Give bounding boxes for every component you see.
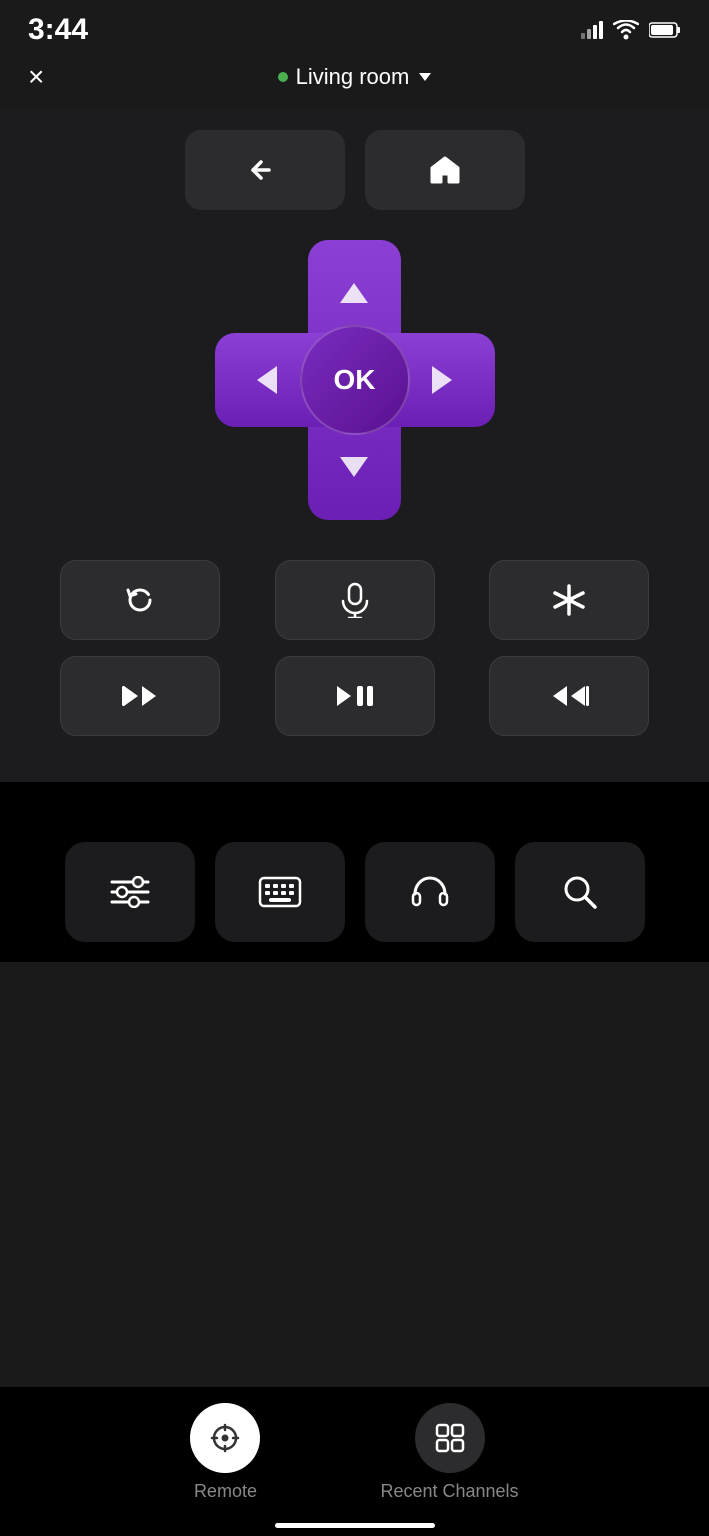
home-indicator	[275, 1523, 435, 1528]
status-bar: 3:44	[0, 0, 709, 54]
wifi-icon	[613, 20, 639, 40]
signal-icon	[581, 21, 603, 39]
recent-channels-tab-icon-bg	[415, 1403, 485, 1473]
ok-button[interactable]: OK	[300, 325, 410, 435]
battery-icon	[649, 22, 681, 38]
tab-remote[interactable]: Remote	[190, 1403, 260, 1502]
header: × Living room	[0, 54, 709, 110]
device-status-dot	[278, 72, 288, 82]
left-arrow-icon	[257, 366, 277, 394]
media-buttons	[0, 560, 709, 736]
tab-recent-channels[interactable]: Recent Channels	[380, 1403, 518, 1502]
remote-tab-icon-bg	[190, 1403, 260, 1473]
fast-forward-button[interactable]	[489, 656, 649, 736]
chevron-down-icon	[419, 73, 431, 81]
dpad: OK	[215, 240, 495, 520]
play-pause-button[interactable]	[275, 656, 435, 736]
headphones-button[interactable]	[365, 842, 495, 942]
remote-area: OK	[0, 110, 709, 782]
right-arrow-icon	[432, 366, 452, 394]
rewind-button[interactable]	[60, 656, 220, 736]
dpad-container: OK	[0, 240, 709, 520]
remote-tab-label: Remote	[194, 1481, 257, 1502]
status-time: 3:44	[28, 13, 88, 47]
settings-button[interactable]	[65, 842, 195, 942]
keyboard-button[interactable]	[215, 842, 345, 942]
media-row-1	[60, 560, 649, 640]
tool-buttons	[28, 822, 681, 962]
bottom-area	[0, 782, 709, 962]
ok-label: OK	[334, 364, 376, 396]
device-selector[interactable]: Living room	[278, 64, 432, 90]
status-icons	[581, 20, 681, 40]
search-button[interactable]	[515, 842, 645, 942]
recent-channels-tab-label: Recent Channels	[380, 1481, 518, 1502]
up-arrow-icon	[340, 283, 368, 303]
options-button[interactable]	[489, 560, 649, 640]
microphone-button[interactable]	[275, 560, 435, 640]
home-button[interactable]	[365, 130, 525, 210]
down-arrow-icon	[340, 457, 368, 477]
media-row-2	[60, 656, 649, 736]
back-button[interactable]	[185, 130, 345, 210]
top-buttons-row	[0, 130, 709, 210]
device-name: Living room	[296, 64, 410, 90]
replay-button[interactable]	[60, 560, 220, 640]
tab-bar: Remote Recent Channels	[0, 1387, 709, 1536]
close-button[interactable]: ×	[28, 63, 44, 91]
